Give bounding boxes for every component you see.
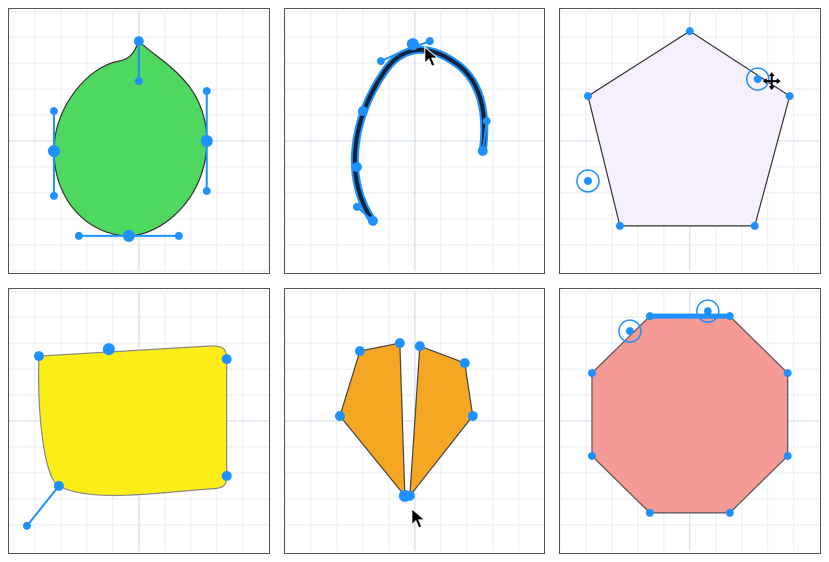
vertex-handle[interactable] (726, 509, 734, 517)
vertex-handle[interactable] (646, 312, 654, 320)
node-handle[interactable] (48, 145, 60, 157)
bezier-handle[interactable] (175, 232, 183, 240)
bezier-handle[interactable] (482, 117, 490, 125)
vertex-handle[interactable] (616, 222, 624, 230)
canvas-svg[interactable] (9, 9, 269, 273)
canvas-svg[interactable] (9, 289, 269, 553)
vertex-handle[interactable] (588, 369, 596, 377)
vertex-handle[interactable] (414, 341, 424, 351)
bezier-handle[interactable] (203, 87, 211, 95)
vertex-handle-selected[interactable] (584, 177, 592, 185)
bezier-handle[interactable] (23, 522, 31, 530)
bezier-handle[interactable] (135, 77, 143, 85)
bezier-handle[interactable] (50, 107, 58, 115)
node-handle[interactable] (368, 216, 378, 226)
bezier-handle[interactable] (353, 203, 361, 211)
canvas-svg[interactable] (560, 9, 820, 273)
node-handle[interactable] (352, 162, 362, 172)
canvas-svg[interactable] (560, 289, 820, 553)
bezier-handle[interactable] (377, 57, 385, 65)
shape-octagon[interactable] (592, 316, 788, 513)
canvas-svg[interactable] (285, 9, 545, 273)
vertex-handle[interactable] (584, 92, 592, 100)
vertex-handle[interactable] (751, 222, 759, 230)
vertex-handle[interactable] (467, 411, 477, 421)
node-handle[interactable] (477, 146, 487, 156)
canvas-panel-green-blob[interactable] (8, 8, 270, 274)
vertex-handle[interactable] (355, 346, 365, 356)
vertex-handle[interactable] (726, 312, 734, 320)
vertex-handle-selected[interactable] (704, 307, 712, 315)
bezier-handle[interactable] (425, 37, 433, 45)
shape-yellow-quad[interactable] (39, 346, 227, 496)
node-handle[interactable] (54, 481, 64, 491)
canvas-svg[interactable] (285, 289, 545, 553)
vertex-handle[interactable] (784, 452, 792, 460)
canvas-panel-open-curve[interactable] (284, 8, 546, 274)
vertex-handle[interactable] (459, 358, 469, 368)
node-handle[interactable] (123, 230, 135, 242)
node-handle[interactable] (222, 471, 232, 481)
vertex-handle-selected[interactable] (754, 75, 762, 83)
node-handle[interactable] (201, 135, 213, 147)
canvas-panel-octagon[interactable] (559, 288, 821, 554)
node-handle-selected[interactable] (407, 38, 419, 50)
node-handle[interactable] (358, 106, 368, 116)
node-handle[interactable] (222, 354, 232, 364)
vertex-handle[interactable] (646, 509, 654, 517)
vertex-handle[interactable] (395, 338, 405, 348)
canvas-panel-v-shape[interactable] (284, 288, 546, 554)
canvas-panel-yellow-quad[interactable] (8, 288, 270, 554)
bezier-handle[interactable] (50, 192, 58, 200)
vertex-handle[interactable] (588, 452, 596, 460)
vertex-handle[interactable] (784, 369, 792, 377)
bezier-handle[interactable] (203, 187, 211, 195)
node-handle[interactable] (103, 343, 115, 355)
node-handle[interactable] (34, 351, 44, 361)
vertex-handle[interactable] (405, 491, 415, 501)
vertex-handle[interactable] (686, 27, 694, 35)
bezier-handle[interactable] (75, 232, 83, 240)
panels-grid (8, 8, 821, 554)
vertex-handle[interactable] (335, 411, 345, 421)
canvas-panel-pentagon[interactable] (559, 8, 821, 274)
vertex-handle-selected[interactable] (626, 327, 634, 335)
node-handle[interactable] (134, 36, 144, 46)
vertex-handle[interactable] (786, 92, 794, 100)
